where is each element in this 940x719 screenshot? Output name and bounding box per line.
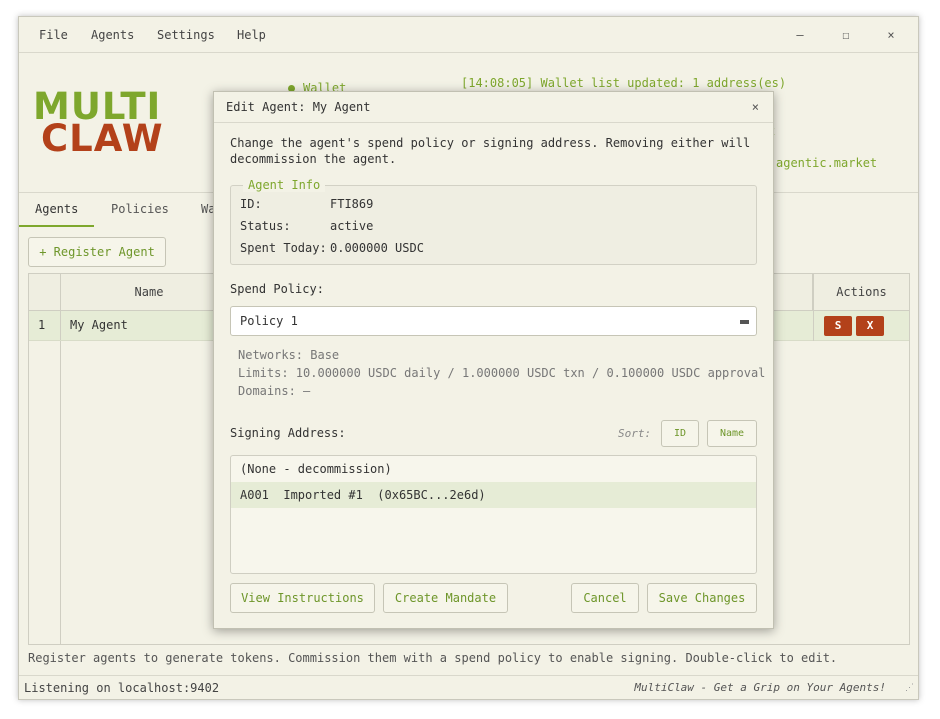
create-mandate-button[interactable]: Create Mandate (383, 583, 508, 613)
save-changes-button[interactable]: Save Changes (647, 583, 757, 613)
policy-limits: Limits: 10.000000 USDC daily / 1.000000 … (238, 366, 766, 380)
status-tagline: MultiClaw - Get a Grip on Your Agents! (634, 681, 886, 694)
dialog-close-icon[interactable]: × (752, 100, 759, 114)
tab-agents[interactable]: Agents (19, 193, 95, 227)
maximize-icon[interactable]: ☐ (836, 26, 856, 44)
sort-label: Sort: (618, 427, 652, 440)
log-line: [14:08:05] Wallet list updated: 1 addres… (461, 76, 787, 90)
logo-line-2: CLAW (41, 117, 164, 160)
dropdown-icon (740, 320, 749, 324)
list-item[interactable]: (None - decommission) (231, 456, 756, 482)
dialog-title-bar: Edit Agent: My Agent × (214, 92, 773, 123)
column-divider (813, 311, 814, 341)
agent-info-legend: Agent Info (243, 178, 326, 192)
edit-agent-dialog: Edit Agent: My Agent × Change the agent'… (213, 91, 774, 629)
menu-file[interactable]: File (39, 28, 68, 42)
sort-name-button[interactable]: Name (707, 420, 757, 447)
spent-label: Spent Today: (240, 241, 327, 255)
spend-policy-select[interactable]: Policy 1 (230, 306, 757, 336)
dialog-title: Edit Agent: My Agent (226, 100, 371, 114)
menu-settings[interactable]: Settings (157, 28, 215, 42)
row-number: 1 (38, 318, 46, 332)
menu-agents[interactable]: Agents (91, 28, 134, 42)
agent-name: My Agent (70, 318, 128, 332)
delete-button[interactable]: X (856, 316, 884, 336)
column-header-actions: Actions (813, 274, 909, 311)
view-instructions-button[interactable]: View Instructions (230, 583, 375, 613)
dialog-description: Change the agent's spend policy or signi… (230, 136, 751, 166)
cancel-button[interactable]: Cancel (571, 583, 639, 613)
column-header-name[interactable]: Name (61, 274, 237, 311)
tab-policies[interactable]: Policies (95, 193, 185, 227)
menu-help[interactable]: Help (237, 28, 266, 42)
status-value: active (330, 219, 374, 233)
list-item[interactable]: A001 Imported #1 (0x65BC...2e6d) (231, 482, 756, 508)
resize-grip-icon[interactable]: ⋰ (902, 684, 914, 697)
close-icon[interactable]: × (881, 26, 901, 44)
minimize-icon[interactable]: – (790, 26, 810, 44)
signing-address-label: Signing Address: (230, 426, 346, 440)
policy-domains: Domains: — (238, 384, 311, 398)
policy-networks: Networks: Base (238, 348, 340, 362)
register-agent-button[interactable]: + Register Agent (28, 237, 166, 267)
status-bar: Listening on localhost:9402 MultiClaw - … (19, 675, 918, 699)
id-label: ID: (240, 197, 262, 211)
spend-policy-label: Spend Policy: (230, 282, 324, 296)
spent-value: 0.000000 USDC (330, 241, 424, 255)
log-line: agentic.market (776, 156, 878, 170)
hint-text: Register agents to generate tokens. Comm… (28, 651, 838, 665)
status-listening: Listening on localhost:9402 (24, 681, 220, 695)
multiclaw-logo: MULTI CLAW (33, 88, 193, 160)
id-value: FTI869 (330, 197, 374, 211)
sort-id-button[interactable]: ID (661, 420, 699, 447)
agent-info-box: Agent Info ID: FTI869 Status: active Spe… (230, 178, 757, 265)
menu-bar: File Agents Settings Help – ☐ × (19, 17, 918, 53)
status-label: Status: (240, 219, 291, 233)
signing-address-list: (None - decommission) A001 Imported #1 (… (230, 455, 757, 574)
sign-button[interactable]: S (824, 316, 852, 336)
spend-policy-value: Policy 1 (240, 314, 298, 328)
